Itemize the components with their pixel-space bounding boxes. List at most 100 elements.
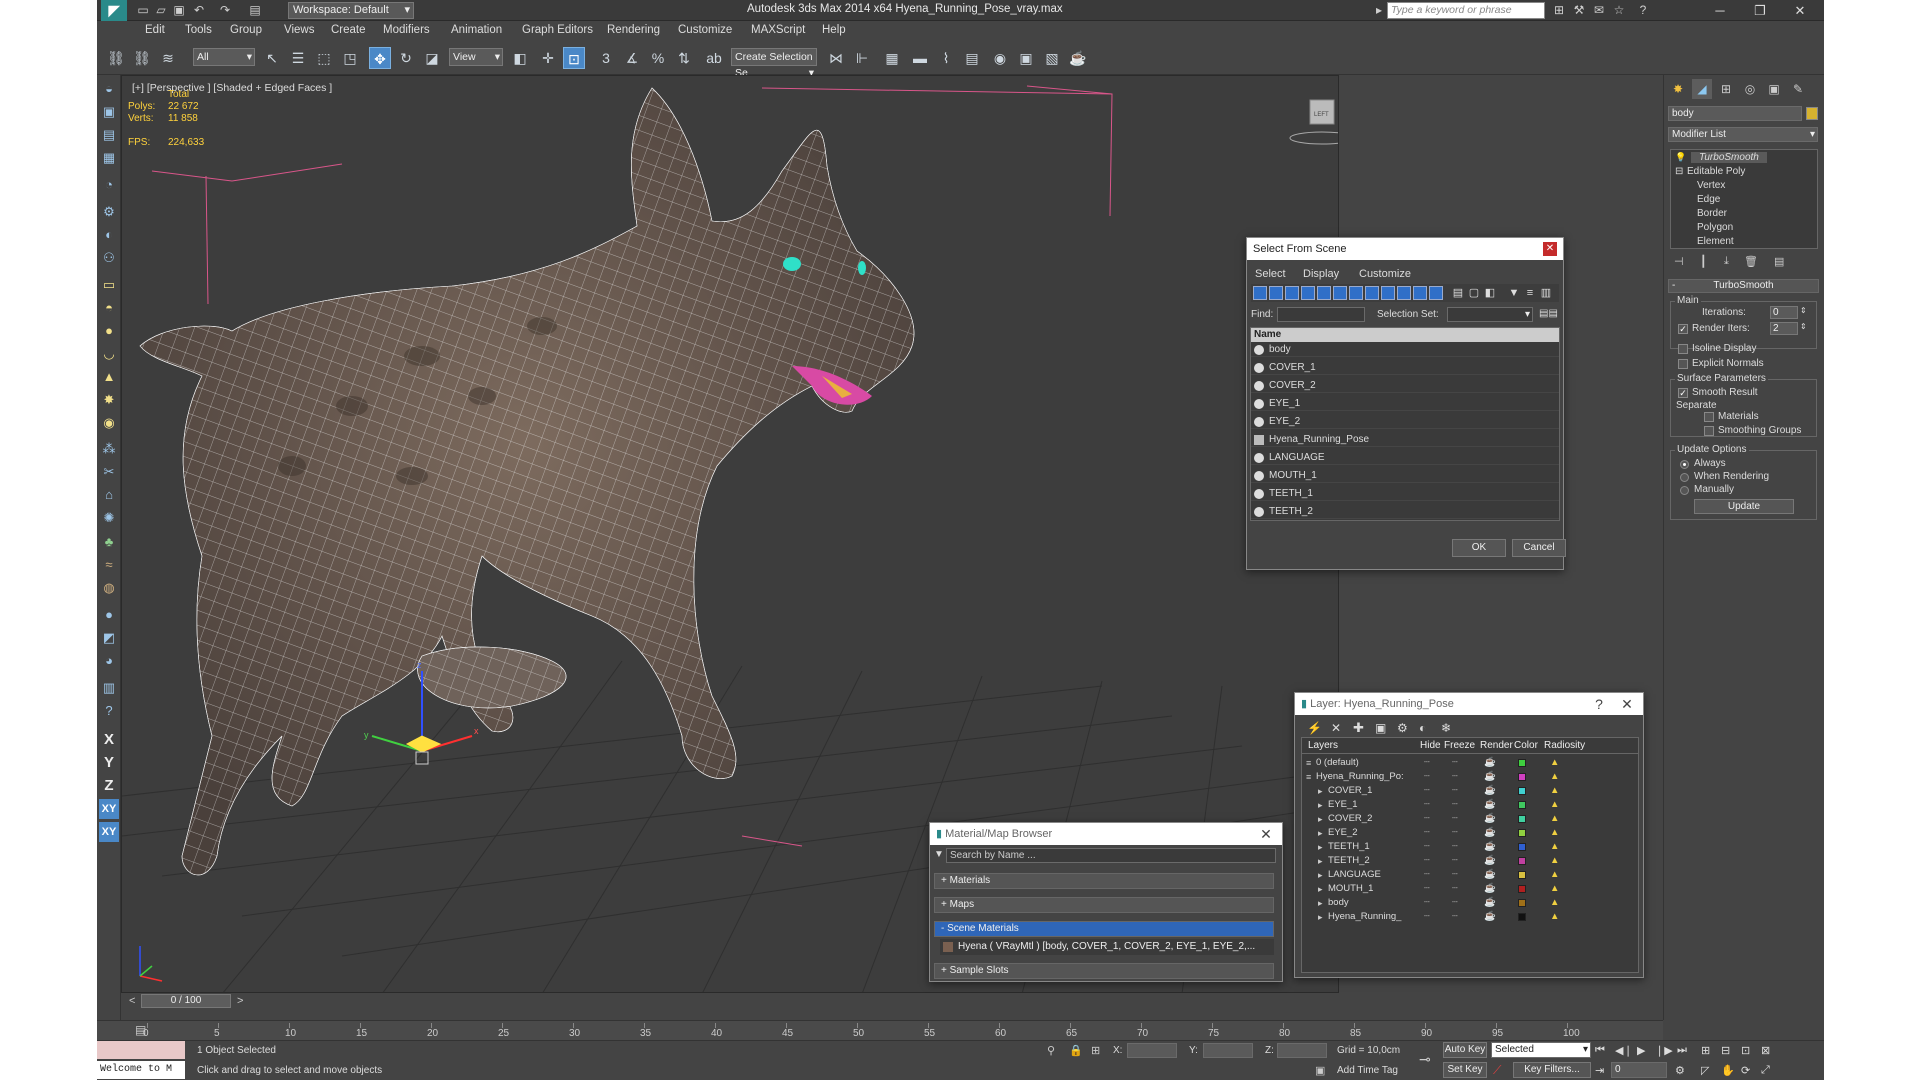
select-rotate-icon[interactable]: ↻ xyxy=(395,47,417,69)
hide-toggle-icon[interactable]: ┄ xyxy=(1424,882,1430,896)
material-editor-icon[interactable]: ◉ xyxy=(989,47,1011,69)
selection-filter-dropdown[interactable]: All ▾ xyxy=(193,48,255,66)
col-color[interactable]: Color xyxy=(1514,740,1538,751)
menu-views[interactable]: Views xyxy=(284,24,314,36)
dialog-close-icon[interactable]: ✕ xyxy=(1254,823,1278,845)
spinner-arrows-icon[interactable]: ⇕ xyxy=(1800,322,1807,331)
x-coord-input[interactable] xyxy=(1127,1043,1177,1058)
zoom-all-icon[interactable]: ⊟ xyxy=(1721,1044,1730,1057)
display-none-icon[interactable]: ▢ xyxy=(1467,286,1481,300)
list-header-name[interactable]: Name xyxy=(1251,328,1559,342)
filter-xrefs-icon[interactable] xyxy=(1365,286,1379,300)
tool-icon[interactable]: ▥ xyxy=(99,678,119,698)
minimize-button[interactable]: ─ xyxy=(1700,0,1740,21)
layer-manager-icon[interactable]: ▦ xyxy=(881,47,903,69)
hide-toggle-icon[interactable]: ┄ xyxy=(1424,826,1430,840)
modifier-list-dropdown[interactable]: Modifier List ▾ xyxy=(1668,127,1818,142)
delete-layer-icon[interactable]: ✕ xyxy=(1331,721,1341,735)
hide-toggle-icon[interactable]: ┄ xyxy=(1424,910,1430,924)
radiosity-lamp-icon[interactable]: ▲ xyxy=(1550,840,1559,854)
tool-icon[interactable]: ⚙ xyxy=(99,202,119,222)
motion-tab-icon[interactable]: ◎ xyxy=(1740,79,1760,99)
hide-all-icon[interactable]: ◐ xyxy=(1419,721,1426,735)
list-item[interactable]: EYE_2 xyxy=(1251,414,1559,429)
radiosity-lamp-icon[interactable]: ▲ xyxy=(1550,798,1559,812)
select-manipulate-icon[interactable]: ✛ xyxy=(537,47,559,69)
freeze-toggle-icon[interactable]: ┄ xyxy=(1452,784,1458,798)
stack-item-turbosmooth[interactable]: TurboSmooth xyxy=(1691,152,1767,163)
filter-geometry-icon[interactable] xyxy=(1253,286,1267,300)
radiosity-lamp-icon[interactable]: ▲ xyxy=(1550,896,1559,910)
hide-toggle-icon[interactable]: ┄ xyxy=(1424,784,1430,798)
tool-icon[interactable]: ◩ xyxy=(99,628,119,648)
layer-row[interactable]: ▸ LANGUAGE ┄ ┄ ☕ ▲ xyxy=(1302,868,1638,882)
stack-item-element[interactable]: Element xyxy=(1697,236,1734,247)
hide-toggle-icon[interactable]: ┄ xyxy=(1424,770,1430,784)
always-radio[interactable] xyxy=(1680,460,1689,469)
hair-icon[interactable]: ≈ xyxy=(99,555,119,575)
tool-icon[interactable]: ? xyxy=(99,701,119,721)
make-unique-icon[interactable]: ⤓ xyxy=(1724,255,1729,268)
scene-material-item[interactable]: Hyena ( VRayMtl ) [body, COVER_1, COVER_… xyxy=(940,939,1274,955)
sun-icon[interactable]: ✸ xyxy=(99,390,119,410)
selection-set-dropdown[interactable]: ▾ xyxy=(1447,307,1533,322)
help-icon[interactable]: ? xyxy=(1587,693,1611,715)
pan-icon[interactable]: ✋ xyxy=(1721,1064,1735,1077)
window-crossing-icon[interactable]: ◳ xyxy=(339,47,361,69)
iterations-spinner[interactable]: 0 xyxy=(1770,306,1798,319)
layer-row[interactable]: ▸ EYE_1 ┄ ┄ ☕ ▲ xyxy=(1302,798,1638,812)
tool-icon[interactable]: ⚇ xyxy=(99,248,119,268)
col-radiosity[interactable]: Radiosity xyxy=(1544,740,1585,751)
object-name-input[interactable]: body xyxy=(1668,106,1802,121)
browser-options-icon[interactable]: ▼ xyxy=(934,849,944,860)
render-teapot-icon[interactable]: ☕ xyxy=(1484,868,1496,882)
show-end-result-icon[interactable]: ┃ xyxy=(1700,255,1707,268)
smoothing-groups-checkbox[interactable] xyxy=(1704,426,1714,436)
filter-frozen-icon[interactable] xyxy=(1413,286,1427,300)
menu-rendering[interactable]: Rendering xyxy=(607,24,660,36)
stack-item-border[interactable]: Border xyxy=(1697,208,1727,219)
freeze-all-icon[interactable]: ❄ xyxy=(1441,721,1451,735)
subscription-icon[interactable]: ⚒ xyxy=(1571,2,1587,18)
track-bar[interactable]: ▤ 0 5 10 15 20 25 30 35 40 45 50 55 60 65 70 75 80 85 90 95… xyxy=(97,1020,1663,1040)
filter-helpers-icon[interactable] xyxy=(1317,286,1331,300)
list-item[interactable]: COVER_1 xyxy=(1251,360,1559,375)
cone-icon[interactable]: ▲ xyxy=(99,367,119,387)
layer-color-swatch[interactable] xyxy=(1518,773,1526,781)
key-mode-icon[interactable]: ⇥ xyxy=(1595,1064,1604,1077)
freeze-toggle-icon[interactable]: ┄ xyxy=(1452,756,1458,770)
layer-row[interactable]: ▸ MOUTH_1 ┄ ┄ ☕ ▲ xyxy=(1302,882,1638,896)
maxscript-listener[interactable]: Welcome to M xyxy=(97,1061,185,1079)
tool-icon[interactable]: ✂ xyxy=(99,462,119,482)
list-item[interactable]: LANGUAGE xyxy=(1251,450,1559,465)
render-teapot-icon[interactable]: ☕ xyxy=(1484,896,1496,910)
render-teapot-icon[interactable]: ☕ xyxy=(1484,826,1496,840)
set-keys-icon[interactable]: ⟋ xyxy=(1493,1063,1501,1078)
add-to-layer-icon[interactable]: ✚ xyxy=(1353,720,1364,736)
list-item[interactable]: COVER_2 xyxy=(1251,378,1559,393)
display-tab-icon[interactable]: ▣ xyxy=(1764,79,1784,99)
tool-icon[interactable]: ◕ xyxy=(99,651,119,671)
pivot-center-icon[interactable]: ◧ xyxy=(509,47,531,69)
sfs-menu-select[interactable]: Select xyxy=(1255,268,1286,280)
render-teapot-icon[interactable]: ☕ xyxy=(1484,882,1496,896)
create-tab-icon[interactable]: ✸ xyxy=(1668,79,1688,99)
stack-item-editable-poly[interactable]: Editable Poly xyxy=(1687,166,1745,177)
radiosity-lamp-icon[interactable]: ▲ xyxy=(1550,756,1559,770)
time-slider-thumb[interactable]: 0 / 100 xyxy=(141,994,231,1008)
stack-item-polygon[interactable]: Polygon xyxy=(1697,222,1733,233)
section-scene-materials[interactable]: - Scene Materials xyxy=(934,921,1274,937)
app-logo-icon[interactable]: ◤ xyxy=(101,0,127,21)
smooth-result-checkbox[interactable]: ✓ xyxy=(1678,388,1688,398)
schematic-view-icon[interactable]: ▤ xyxy=(961,47,983,69)
layer-row[interactable]: ≡ 0 (default) ┄ ┄ ☕ ▲ xyxy=(1302,756,1638,770)
time-tag-icon[interactable]: ▣ xyxy=(1315,1064,1325,1077)
project-folder-icon[interactable]: ▤ xyxy=(247,2,263,18)
key-filters-button[interactable]: Key Filters... xyxy=(1513,1062,1591,1078)
col-render[interactable]: Render xyxy=(1480,740,1513,751)
layer-row[interactable]: ▸ TEETH_2 ┄ ┄ ☕ ▲ xyxy=(1302,854,1638,868)
list-item[interactable]: TEETH_1 xyxy=(1251,486,1559,501)
layer-color-swatch[interactable] xyxy=(1518,885,1526,893)
render-teapot-icon[interactable]: ☕ xyxy=(1484,854,1496,868)
layer-row[interactable]: ≡ Hyena_Running_Po: ┄ ┄ ☕ ▲ xyxy=(1302,770,1638,784)
